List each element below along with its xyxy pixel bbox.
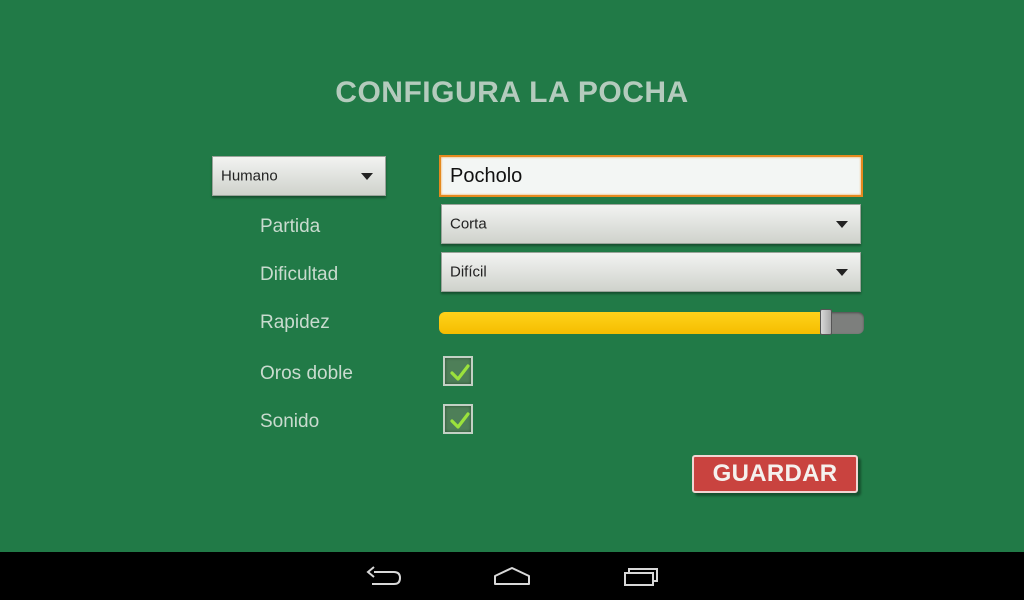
partida-value: Corta	[450, 215, 487, 233]
rapidez-slider[interactable]	[439, 309, 864, 335]
system-nav-bar	[0, 552, 1024, 600]
page-title: CONFIGURA LA POCHA	[335, 76, 689, 109]
checkmark-icon	[450, 412, 470, 429]
partida-dropdown[interactable]: Corta	[441, 204, 861, 244]
rapidez-label: Rapidez	[260, 312, 330, 333]
slider-thumb[interactable]	[819, 309, 832, 335]
settings-screen: CONFIGURA LA POCHA Humano Partida Corta …	[0, 0, 1024, 552]
oros-doble-checkbox[interactable]	[443, 356, 473, 386]
player-type-dropdown[interactable]: Humano	[212, 156, 386, 196]
dificultad-label: Dificultad	[260, 264, 339, 285]
partida-label: Partida	[260, 216, 321, 237]
dificultad-dropdown[interactable]: Difícil	[441, 252, 861, 292]
slider-fill	[439, 312, 826, 334]
chevron-down-icon	[836, 221, 848, 228]
oros-doble-label: Oros doble	[260, 363, 353, 384]
home-button[interactable]	[492, 564, 532, 588]
dificultad-value: Difícil	[450, 263, 487, 281]
sonido-checkbox[interactable]	[443, 404, 473, 434]
back-button[interactable]	[364, 564, 404, 588]
sonido-label: Sonido	[260, 411, 320, 432]
back-icon	[366, 566, 402, 585]
recent-apps-icon	[624, 568, 658, 586]
recent-apps-button[interactable]	[620, 564, 660, 588]
player-name-input[interactable]	[439, 155, 863, 197]
home-icon	[494, 567, 530, 585]
save-button[interactable]: GUARDAR	[692, 455, 858, 493]
player-type-value: Humano	[221, 167, 278, 185]
checkmark-icon	[450, 364, 470, 381]
chevron-down-icon	[836, 269, 848, 276]
chevron-down-icon	[361, 173, 373, 180]
